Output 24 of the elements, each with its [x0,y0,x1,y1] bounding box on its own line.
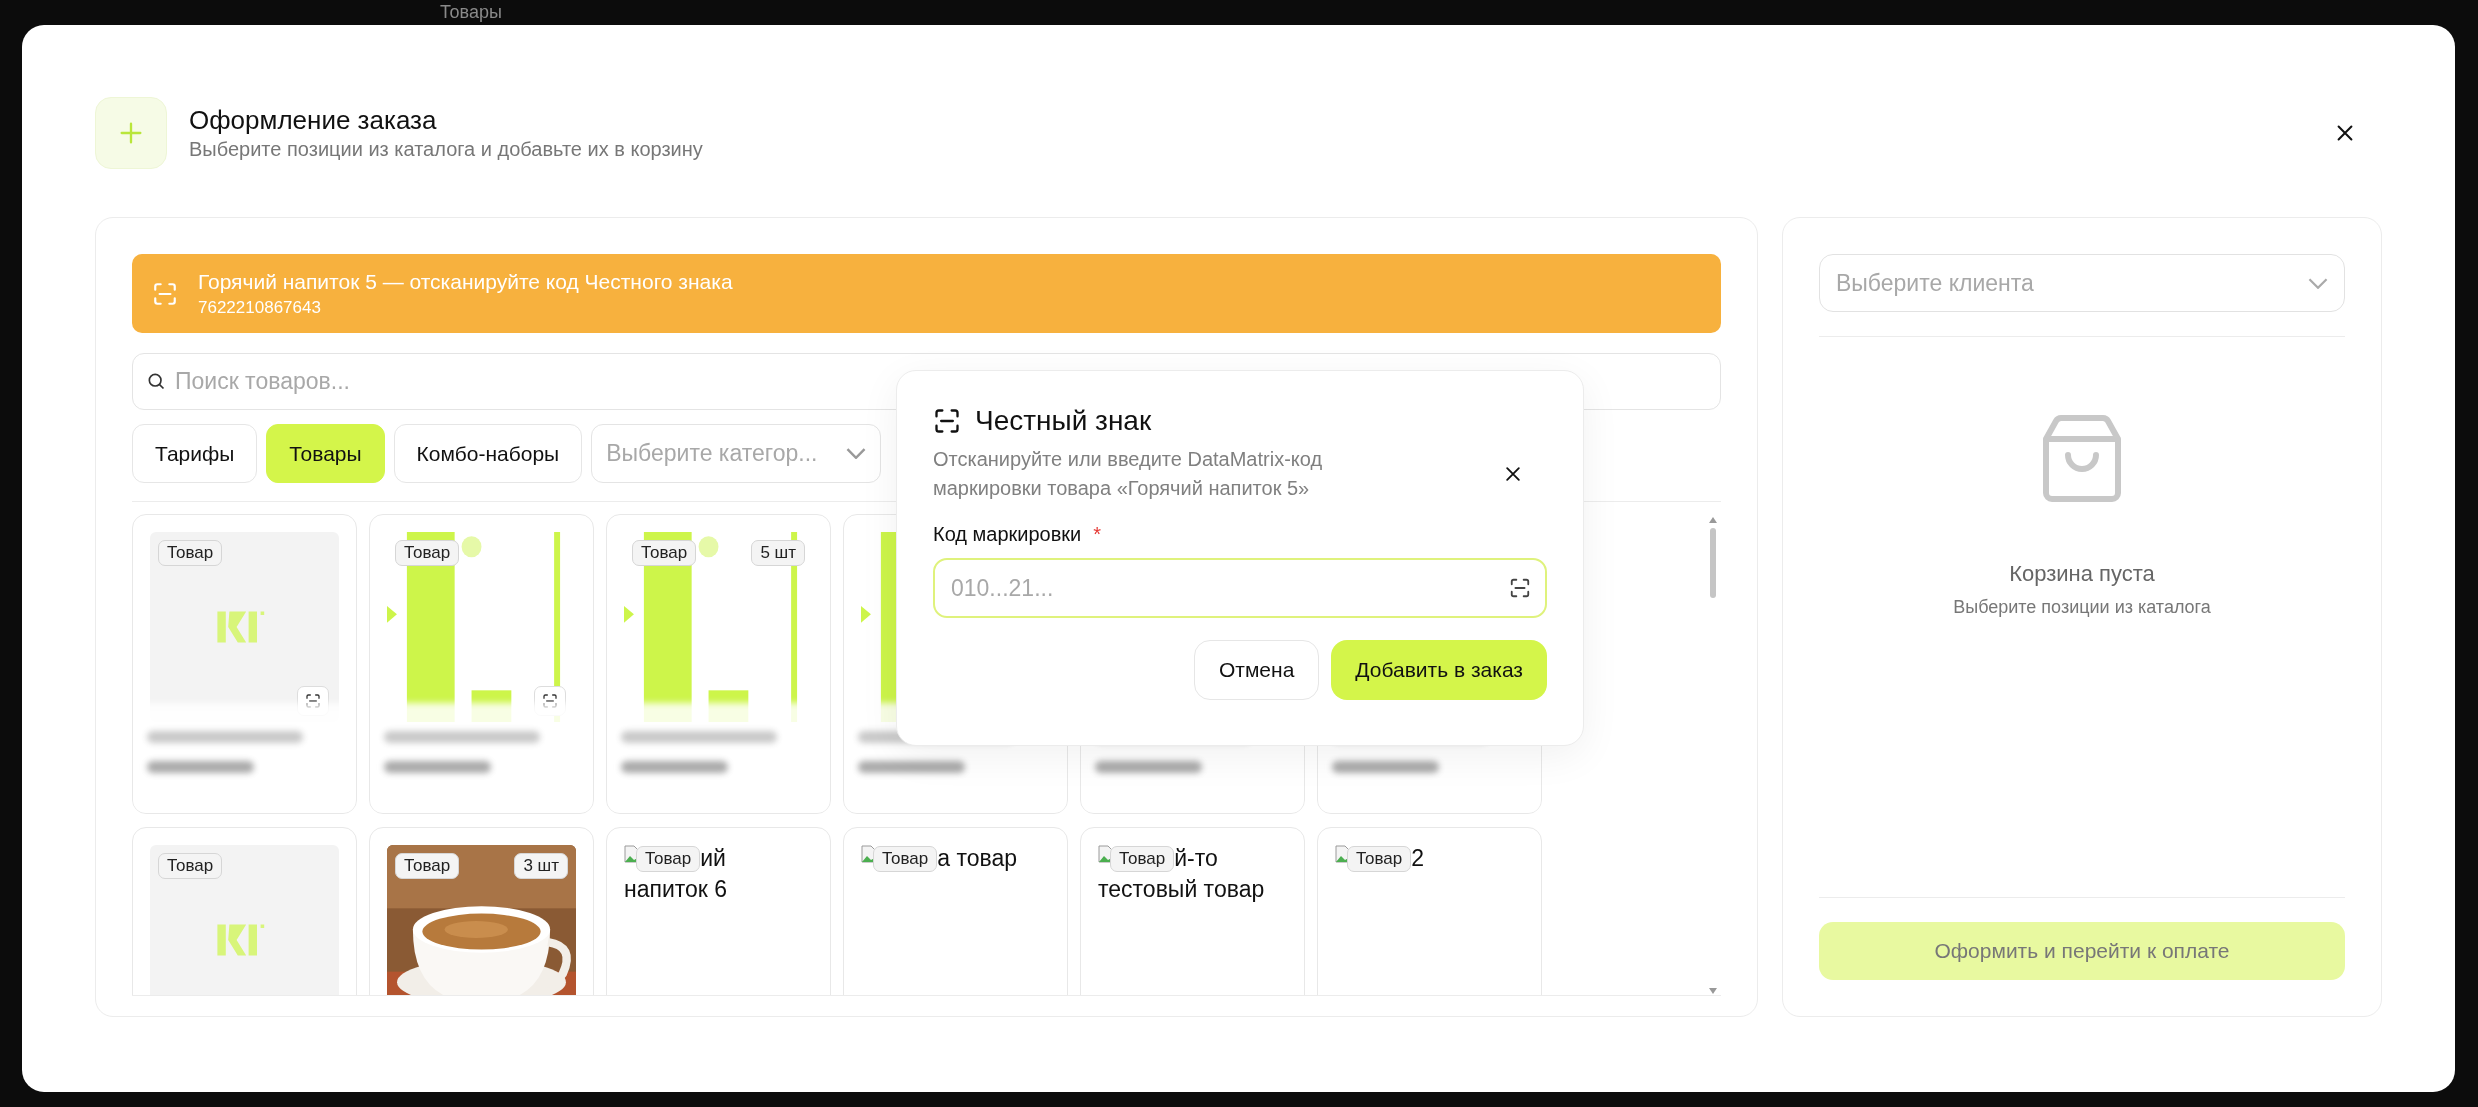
type-badge: Товар [158,853,223,879]
dialog-description: Отсканируйте или введите DataMatrix-код маркировки товара «Горячий напиток 5» [933,447,1324,501]
image-alt-text: а товар [937,845,1018,872]
empty-cart-title: Корзина пуста [2009,561,2155,587]
type-badge: Товар [632,540,697,566]
page-title: Товары [440,2,502,23]
image-alt-text: напиток 6 [624,876,729,903]
type-badge: Товар [158,540,223,566]
image-alt-text: ий [700,845,726,872]
required-mark: * [1093,523,1102,546]
dialog-title: Оформление заказа [189,105,438,136]
dialog-title: Честный знак [975,405,1152,437]
empty-cart-hint: Выберите позиции из каталога [1953,597,2211,618]
barcode-number: 7622210867643 [198,297,322,318]
type-badge: Товар [395,540,460,566]
image-alt-text: тестовый товар [1098,876,1266,903]
type-badge: 5 шт [751,540,805,566]
dialog-subtitle: Выберите позиции из каталога и добавьте их в корзину [189,138,704,161]
type-badge: Товар [395,853,460,879]
alert-title: Горячий напиток 5 — отсканируйте код Честного знака [198,269,733,294]
image-alt-text: й-то [1174,845,1218,872]
type-badge: 3 шт [514,853,568,879]
field-label: Код маркировки [933,523,1082,546]
image-alt-text: 2 [1411,845,1425,872]
